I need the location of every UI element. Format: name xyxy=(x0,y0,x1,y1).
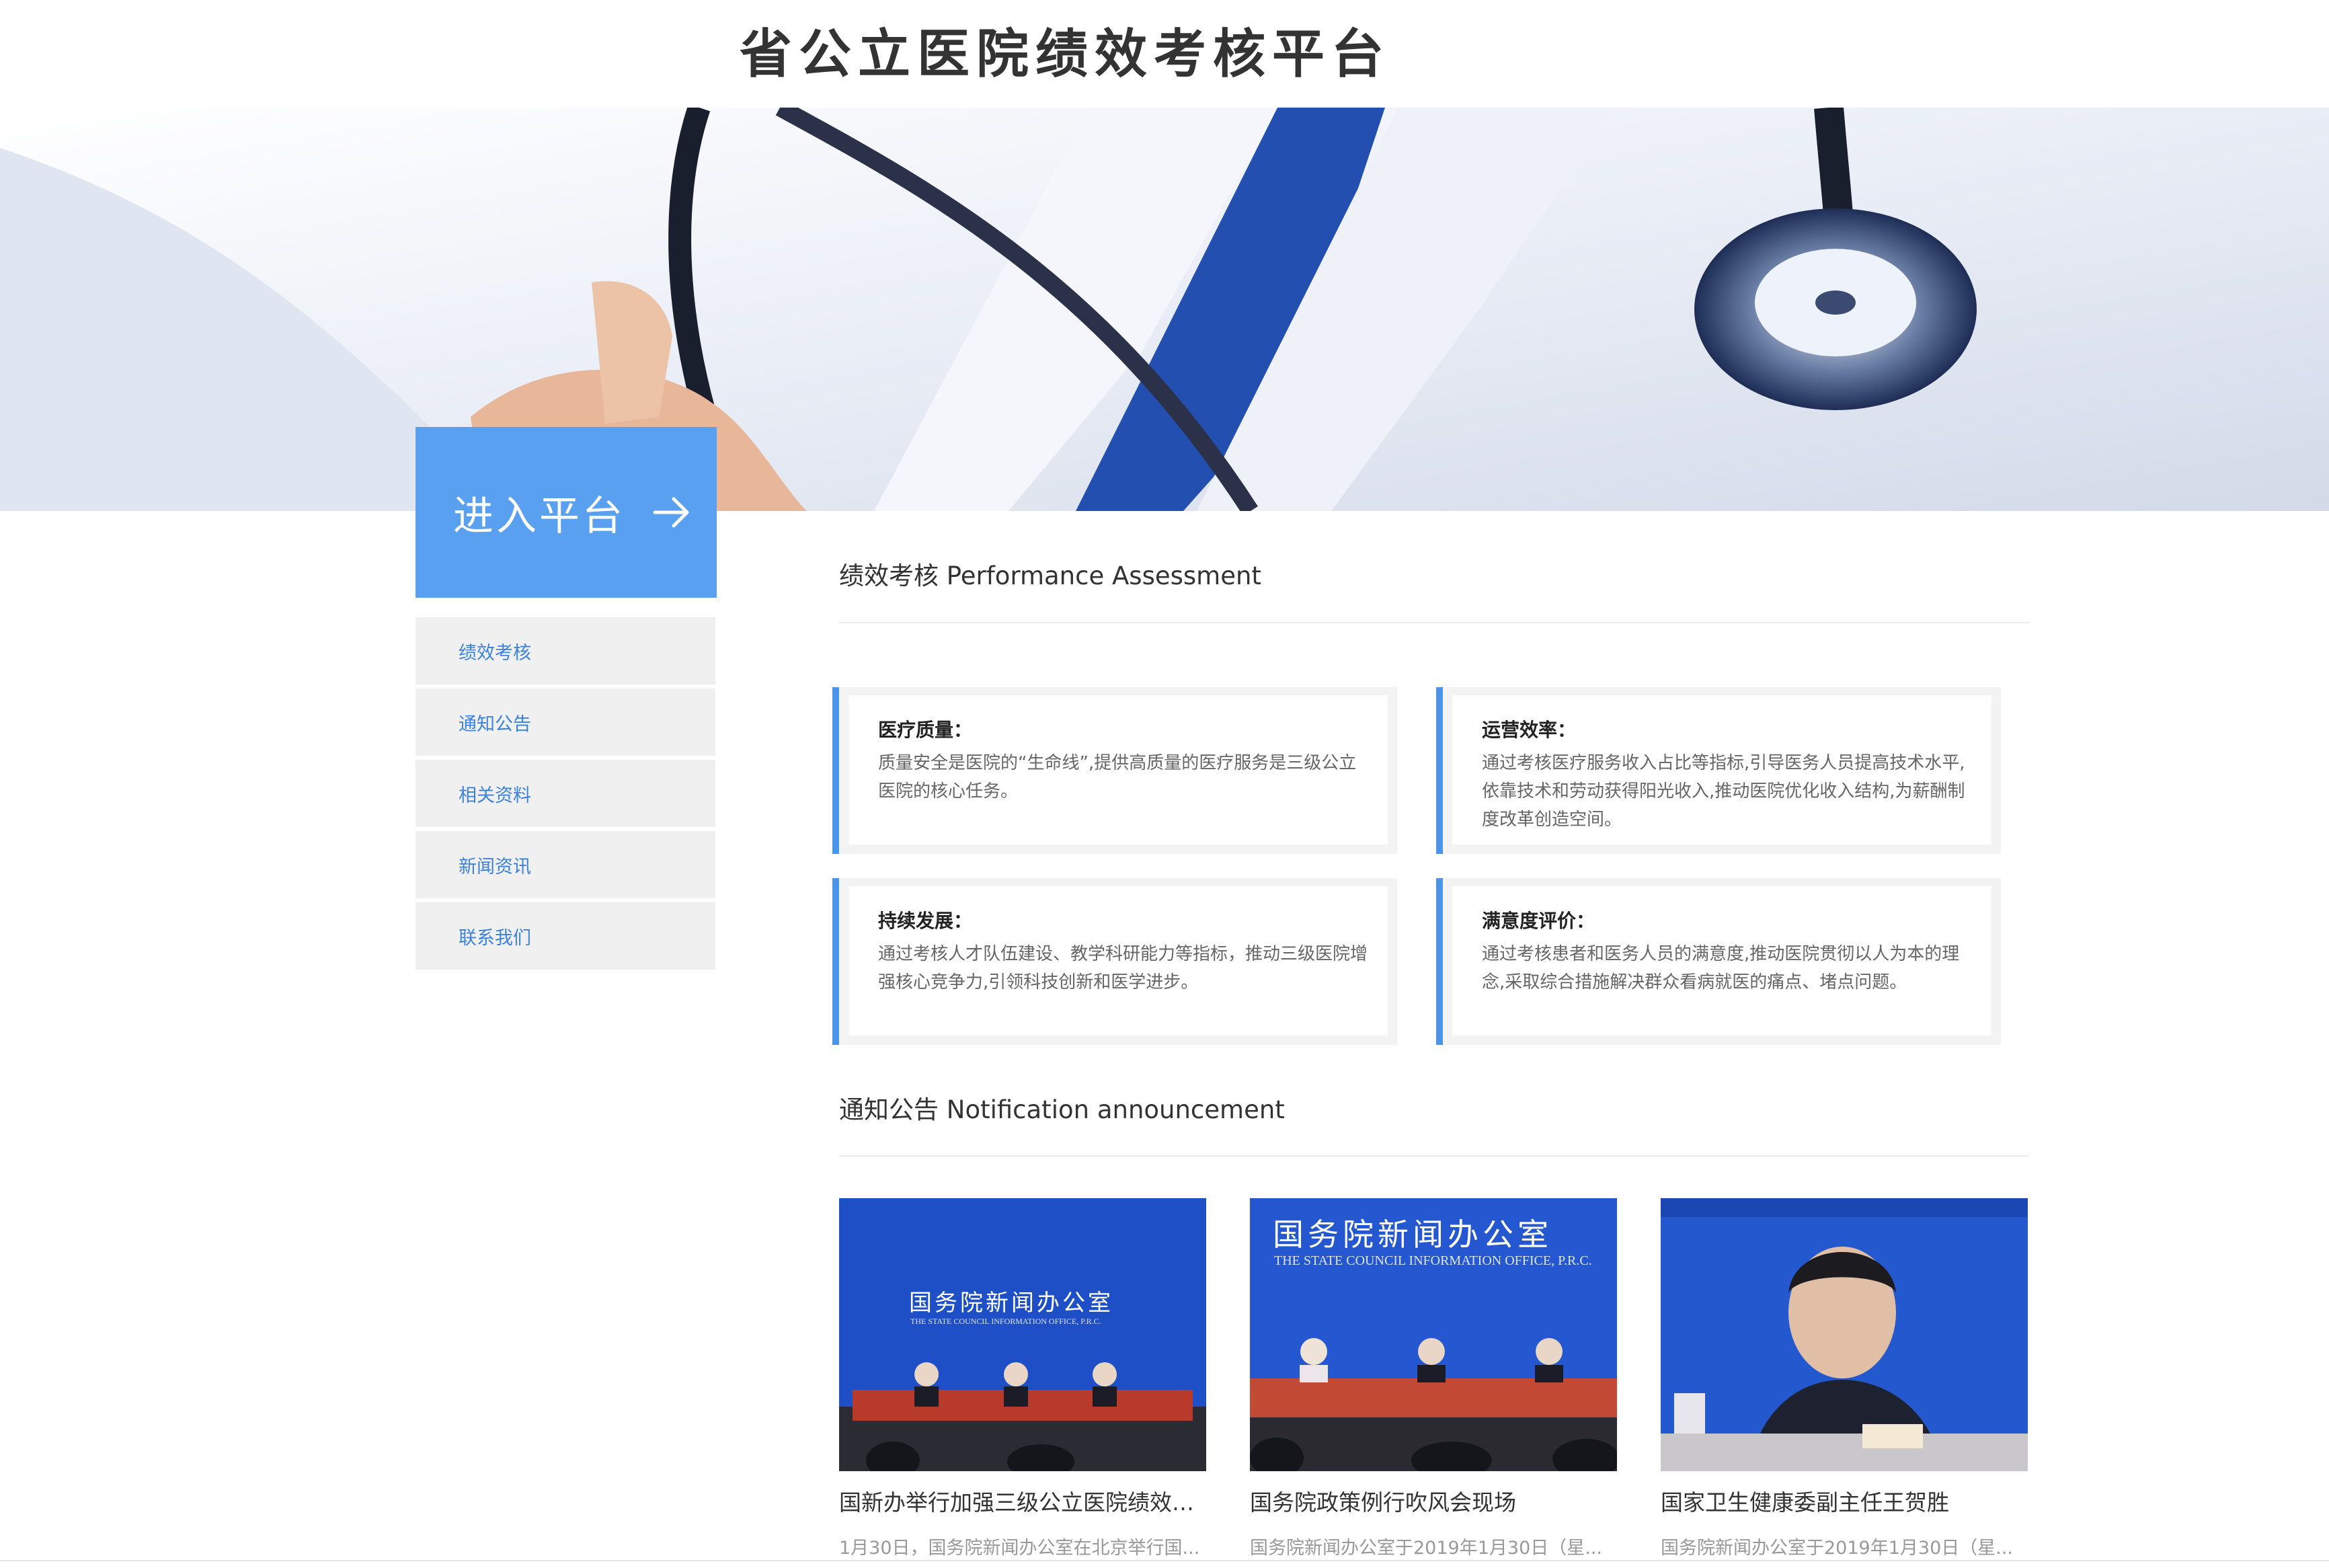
card-body: 持续发展： 通过考核人才队伍建设、教学科研能力等指标，推动三级医院增强核心竞争力… xyxy=(848,886,1388,1035)
card-body: 满意度评价： 通过考核患者和医务人员的满意度,推动医院贯彻以人为本的理念,采取综… xyxy=(1452,886,1991,1035)
news-item[interactable]: 国务院新闻办公室 THE STATE COUNCIL INFORMATION O… xyxy=(1250,1198,1617,1559)
news-image-subcaption: THE STATE COUNCIL INFORMATION OFFICE, P.… xyxy=(1274,1253,1592,1268)
news-title[interactable]: 国新办举行加强三级公立医院绩效考... xyxy=(839,1485,1206,1517)
card-title: 医疗质量： xyxy=(878,719,973,741)
news-summary: 国务院新闻办公室于2019年1月30日（星... xyxy=(1661,1538,2013,1559)
news-image[interactable]: 国务院新闻办公室 THE STATE COUNCIL INFORMATION O… xyxy=(839,1198,1206,1471)
divider xyxy=(839,1155,2029,1157)
footer-divider xyxy=(0,1560,2329,1561)
card-description: 通过考核人才队伍建设、教学科研能力等指标，推动三级医院增强核心竞争力,引领科技创… xyxy=(878,944,1368,992)
sidebar-nav: 绩效考核 通知公告 相关资料 新闻资讯 联系我们 xyxy=(416,617,715,974)
news-image[interactable] xyxy=(1661,1198,2028,1471)
sidebar-item-notices[interactable]: 通知公告 xyxy=(416,689,715,756)
card-body: 运营效率： 通过考核医疗服务收入占比等指标,引导医务人员提高技术水平,依靠技术和… xyxy=(1452,695,1991,845)
news-image-subcaption: THE STATE COUNCIL INFORMATION OFFICE, P.… xyxy=(910,1317,1101,1326)
notices-heading: 通知公告 Notification announcement xyxy=(839,1095,1285,1124)
sidebar-item-news[interactable]: 新闻资讯 xyxy=(416,831,715,898)
news-item[interactable]: 国务院新闻办公室 THE STATE COUNCIL INFORMATION O… xyxy=(839,1198,1206,1559)
sidebar-item-performance[interactable]: 绩效考核 xyxy=(416,617,715,684)
card-title: 运营效率： xyxy=(1482,719,1577,741)
news-title[interactable]: 国家卫生健康委副主任王贺胜 xyxy=(1661,1485,2028,1517)
sidebar-item-contact[interactable]: 联系我们 xyxy=(416,902,715,970)
hero-illustration xyxy=(0,108,2329,511)
enter-platform-button[interactable]: 进入平台 xyxy=(416,427,717,598)
sidebar-item-materials[interactable]: 相关资料 xyxy=(416,760,715,827)
divider xyxy=(839,622,2029,623)
card-satisfaction: 满意度评价： 通过考核患者和医务人员的满意度,推动医院贯彻以人为本的理念,采取综… xyxy=(1436,878,2001,1045)
news-image-caption: 国务院新闻办公室 xyxy=(1273,1216,1552,1253)
card-operation-efficiency: 运营效率： 通过考核医疗服务收入占比等指标,引导医务人员提高技术水平,依靠技术和… xyxy=(1436,687,2001,854)
card-medical-quality: 医疗质量： 质量安全是医院的“生命线”,提供高质量的医疗服务是三级公立医院的核心… xyxy=(832,687,1397,854)
news-title[interactable]: 国务院政策例行吹风会现场 xyxy=(1250,1485,1617,1517)
news-item[interactable]: 国家卫生健康委副主任王贺胜 国务院新闻办公室于2019年1月30日（星... xyxy=(1661,1198,2028,1559)
news-image[interactable]: 国务院新闻办公室 THE STATE COUNCIL INFORMATION O… xyxy=(1250,1198,1617,1471)
card-description: 通过考核医疗服务收入占比等指标,引导医务人员提高技术水平,依靠技术和劳动获得阳光… xyxy=(1482,753,1965,830)
news-image-caption: 国务院新闻办公室 xyxy=(909,1290,1113,1317)
enter-platform-label: 进入平台 xyxy=(453,492,625,540)
header: 省公立医院绩效考核平台 xyxy=(0,0,2329,108)
card-description: 通过考核患者和医务人员的满意度,推动医院贯彻以人为本的理念,采取综合措施解决群众… xyxy=(1482,944,1960,992)
card-title: 满意度评价： xyxy=(1482,910,1595,932)
card-description: 质量安全是医院的“生命线”,提供高质量的医疗服务是三级公立医院的核心任务。 xyxy=(878,753,1357,801)
performance-heading: 绩效考核 Performance Assessment xyxy=(839,561,1261,590)
hero-banner xyxy=(0,108,2329,511)
arrow-right-icon xyxy=(651,491,694,534)
card-sustainable-development: 持续发展： 通过考核人才队伍建设、教学科研能力等指标，推动三级医院增强核心竞争力… xyxy=(832,878,1397,1045)
card-title: 持续发展： xyxy=(878,910,973,932)
site-title: 省公立医院绩效考核平台 xyxy=(740,24,1391,85)
card-body: 医疗质量： 质量安全是医院的“生命线”,提供高质量的医疗服务是三级公立医院的核心… xyxy=(848,695,1388,845)
news-summary: 国务院新闻办公室于2019年1月30日（星... xyxy=(1250,1538,1602,1559)
news-summary: 1月30日，国务院新闻办公室在北京举行国... xyxy=(839,1538,1200,1559)
